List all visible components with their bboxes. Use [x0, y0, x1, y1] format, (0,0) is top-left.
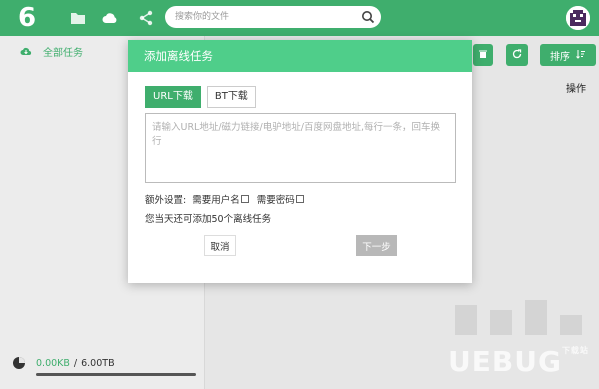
cloud-icon[interactable]	[101, 9, 119, 27]
need-username-checkbox[interactable]	[240, 195, 249, 203]
need-password-label: 需要密码	[256, 195, 295, 206]
sort-icon	[576, 49, 586, 62]
operations-column-header: 操作	[566, 84, 586, 95]
need-username-label: 需要用户名	[192, 195, 240, 206]
folder-icon[interactable]	[69, 9, 87, 27]
app-logo[interactable]: 6	[18, 4, 44, 32]
blurred-region	[525, 300, 547, 335]
sort-button[interactable]: 排序	[540, 44, 596, 66]
url-input[interactable]	[145, 113, 456, 183]
blurred-region	[490, 310, 512, 335]
top-bar: 6	[0, 0, 599, 36]
avatar[interactable]	[566, 6, 590, 30]
storage-separator: /	[73, 357, 78, 369]
add-offline-task-dialog: 添加离线任务 URL下载 BT下载 额外设置: 需要用户名 需要密码 您当天还可…	[128, 40, 472, 283]
tab-url-download[interactable]: URL下载	[145, 86, 201, 108]
watermark: UEBUG下载站	[448, 345, 589, 378]
next-step-button[interactable]: 下一步	[356, 235, 397, 256]
need-password-checkbox[interactable]	[295, 195, 304, 203]
storage-used: 0.00KB	[36, 357, 70, 369]
storage-total: 6.00TB	[81, 357, 115, 369]
cancel-button[interactable]: 取消	[204, 235, 236, 256]
sort-label: 排序	[550, 51, 570, 63]
sidebar-item-all-tasks[interactable]: 全部任务	[20, 42, 83, 60]
storage-progress-bar	[36, 373, 196, 376]
search-icon[interactable]	[361, 10, 375, 24]
storage-info: 0.00KB / 6.00TB	[12, 356, 115, 370]
pie-chart-icon	[12, 356, 26, 370]
refresh-button[interactable]	[506, 44, 528, 66]
watermark-text: UEBUG	[448, 345, 562, 378]
sidebar-item-label: 全部任务	[43, 47, 83, 59]
blurred-region	[455, 305, 477, 335]
watermark-small: 下载站	[561, 346, 589, 355]
cloud-download-icon	[20, 45, 32, 57]
download-type-tabs: URL下载 BT下载	[145, 86, 262, 108]
share-icon[interactable]	[137, 9, 155, 27]
extra-settings-label: 额外设置:	[145, 195, 187, 206]
search-box[interactable]	[165, 6, 381, 28]
dialog-title: 添加离线任务	[128, 40, 472, 72]
search-input[interactable]	[175, 6, 355, 28]
quota-text: 您当天还可添加50个离线任务	[145, 214, 272, 225]
blurred-region	[560, 315, 582, 335]
extra-settings: 额外设置: 需要用户名 需要密码	[145, 192, 312, 206]
tab-bt-download[interactable]: BT下载	[206, 86, 256, 108]
trash-icon	[478, 49, 488, 62]
refresh-icon	[512, 48, 522, 62]
delete-button[interactable]	[473, 44, 493, 66]
